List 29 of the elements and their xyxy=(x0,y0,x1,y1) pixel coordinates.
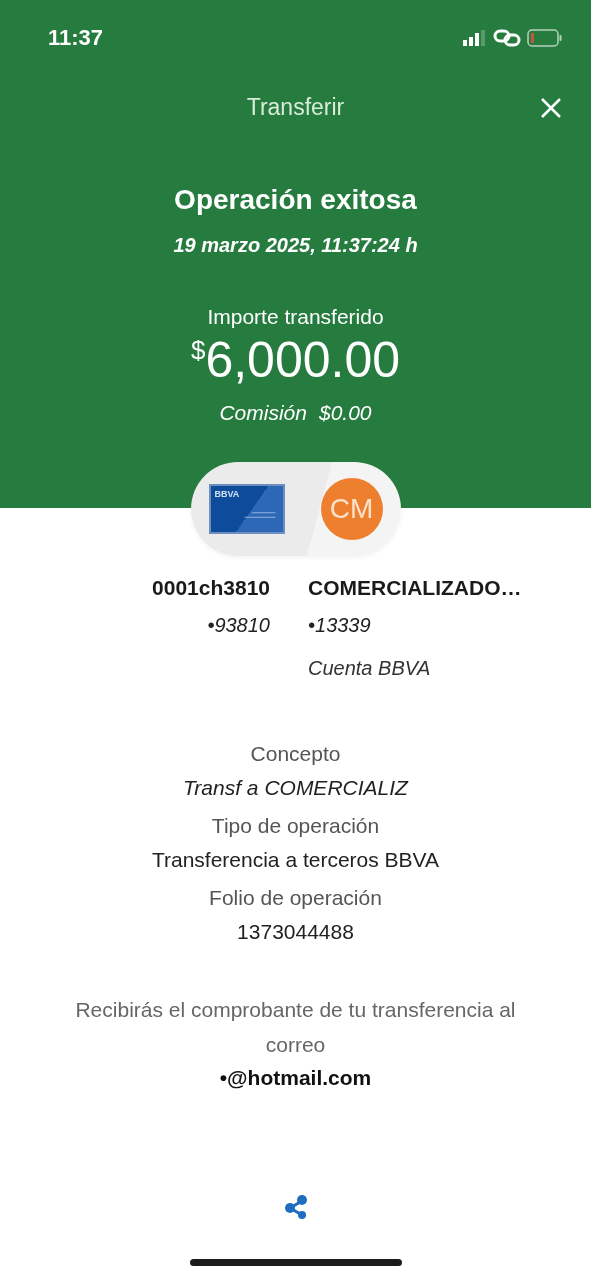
initials-avatar: CM xyxy=(320,478,383,540)
origin-account-name: 0001ch3810 xyxy=(152,576,270,601)
currency-sign: $ xyxy=(190,335,206,365)
detail-value: Transf a COMERCIALIZ xyxy=(183,776,408,800)
commission-amount: $0.00 xyxy=(319,401,372,425)
operation-date: 19 marzo 2025, 11:37:24 h xyxy=(173,234,418,257)
close-button[interactable] xyxy=(539,96,563,120)
amount-label: Importe transferido xyxy=(207,305,384,329)
notice-text: Recibirás el comprobante de tu transferencia al correo xyxy=(74,997,517,1058)
detail-value: 1373044488 xyxy=(237,920,354,944)
success-title: Operación exitosa xyxy=(174,184,417,216)
card-stripes-drawing xyxy=(242,510,277,520)
recipient-name: COMERCIALIZADO… xyxy=(308,576,522,601)
detail-value: Transferencia a terceros BBVA xyxy=(151,848,440,872)
origin-account-number: •93810 xyxy=(207,614,270,637)
recipient-bank: Cuenta BBVA xyxy=(308,657,431,680)
link-icon xyxy=(493,29,521,47)
detail-label: Folio de operación xyxy=(209,886,382,910)
detail-label: Concepto xyxy=(250,742,341,766)
card-logo: BBVA xyxy=(214,489,240,499)
clock-time: 11:37 xyxy=(48,25,104,51)
screen-title: Transferir xyxy=(246,94,345,120)
transferred-amount: 6,000.00 xyxy=(205,331,401,389)
battery-icon xyxy=(527,29,563,47)
recipient-account-number: •13339 xyxy=(308,614,371,637)
notification-email: •@hotmail.com xyxy=(219,1066,372,1090)
detail-label: Tipo de operación xyxy=(211,814,380,838)
signal-icon xyxy=(463,30,487,46)
commission-label: Comisión xyxy=(219,401,307,425)
